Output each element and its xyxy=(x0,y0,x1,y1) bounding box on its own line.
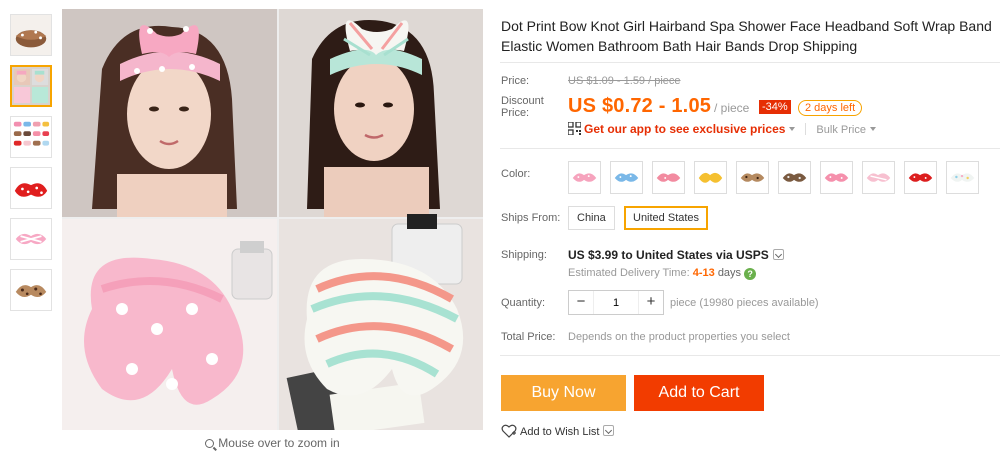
shipping-method[interactable]: US $3.99 to United States via USPS xyxy=(568,248,784,262)
color-option-leopard[interactable] xyxy=(736,161,769,194)
ships-from-label: Ships From: xyxy=(501,212,561,224)
qr-code-icon xyxy=(568,122,581,135)
ships-from-china[interactable]: China xyxy=(568,206,615,230)
total-price-note: Depends on the product properties you se… xyxy=(568,331,790,343)
price-unit: / piece xyxy=(714,101,750,115)
divider xyxy=(500,148,1000,149)
discount-badge: -34% xyxy=(759,100,791,114)
bulk-price-link[interactable]: Bulk Price xyxy=(816,124,866,136)
add-to-wish-list[interactable]: Add to Wish List xyxy=(501,424,615,438)
divider xyxy=(500,62,1000,63)
color-option-pink-dot[interactable] xyxy=(568,161,601,194)
buy-now-button[interactable]: Buy Now xyxy=(501,375,626,411)
color-option-pink-white[interactable] xyxy=(862,161,895,194)
estimated-delivery: Estimated Delivery Time: 4-13 days? xyxy=(568,267,757,280)
product-title: Dot Print Bow Knot Girl Hairband Spa Sho… xyxy=(501,18,992,54)
color-swatches xyxy=(568,161,988,194)
total-price-label: Total Price: xyxy=(501,331,556,343)
stock-availability: piece (19980 pieces available) xyxy=(670,297,819,309)
chevron-down-icon[interactable] xyxy=(603,425,615,436)
zoom-hint: Mouse over to zoom in xyxy=(62,436,483,450)
increment-button[interactable]: + xyxy=(639,291,663,314)
chevron-down-icon[interactable] xyxy=(772,249,784,260)
help-icon[interactable]: ? xyxy=(744,268,757,280)
thumbnail-red-dot[interactable] xyxy=(10,167,52,209)
color-label: Color: xyxy=(501,168,531,180)
thumbnail-leopard[interactable] xyxy=(10,269,52,311)
chevron-down-icon xyxy=(789,127,796,131)
original-price: US $1.09 - 1.59 / piece xyxy=(568,75,681,87)
thumbnail-pink-mint[interactable] xyxy=(10,65,52,107)
shipping-label: Shipping: xyxy=(501,249,547,261)
divider xyxy=(500,355,1000,356)
thumbnail-pink-dot[interactable] xyxy=(10,14,52,56)
discount-price: US $0.72 - 1.05 xyxy=(568,95,712,117)
quantity-stepper: − + xyxy=(568,290,664,315)
color-option-yellow-bow[interactable] xyxy=(694,161,727,194)
quantity-input[interactable] xyxy=(593,291,639,314)
color-option-red-dot[interactable] xyxy=(904,161,937,194)
color-option-pastel[interactable] xyxy=(946,161,979,194)
ships-from-united-states[interactable]: United States xyxy=(624,206,709,230)
color-option-leopard-dark[interactable] xyxy=(778,161,811,194)
color-option-pink-coral[interactable] xyxy=(652,161,685,194)
color-option-blue-dot[interactable] xyxy=(610,161,643,194)
color-option-pink-dot-2[interactable] xyxy=(820,161,853,194)
magnifier-icon xyxy=(205,439,215,448)
discount-price-label: Discount Price: xyxy=(501,95,544,119)
days-left-badge: 2 days left xyxy=(798,100,863,116)
thumbnail-pink-stripe[interactable] xyxy=(10,218,52,260)
price-label: Price: xyxy=(501,75,530,87)
app-promo-row: Get our app to see exclusive prices Bulk … xyxy=(568,122,876,136)
heart-icon xyxy=(501,424,517,438)
app-promo-link[interactable]: Get our app to see exclusive prices xyxy=(584,122,785,136)
chevron-down-icon xyxy=(869,127,876,131)
decrement-button[interactable]: − xyxy=(569,291,593,314)
main-product-image[interactable] xyxy=(62,9,483,430)
quantity-label: Quantity: xyxy=(501,297,546,309)
divider xyxy=(805,123,807,135)
thumbnail-grid[interactable] xyxy=(10,116,52,158)
thumbnail-strip xyxy=(10,14,54,320)
add-to-cart-button[interactable]: Add to Cart xyxy=(634,375,764,411)
